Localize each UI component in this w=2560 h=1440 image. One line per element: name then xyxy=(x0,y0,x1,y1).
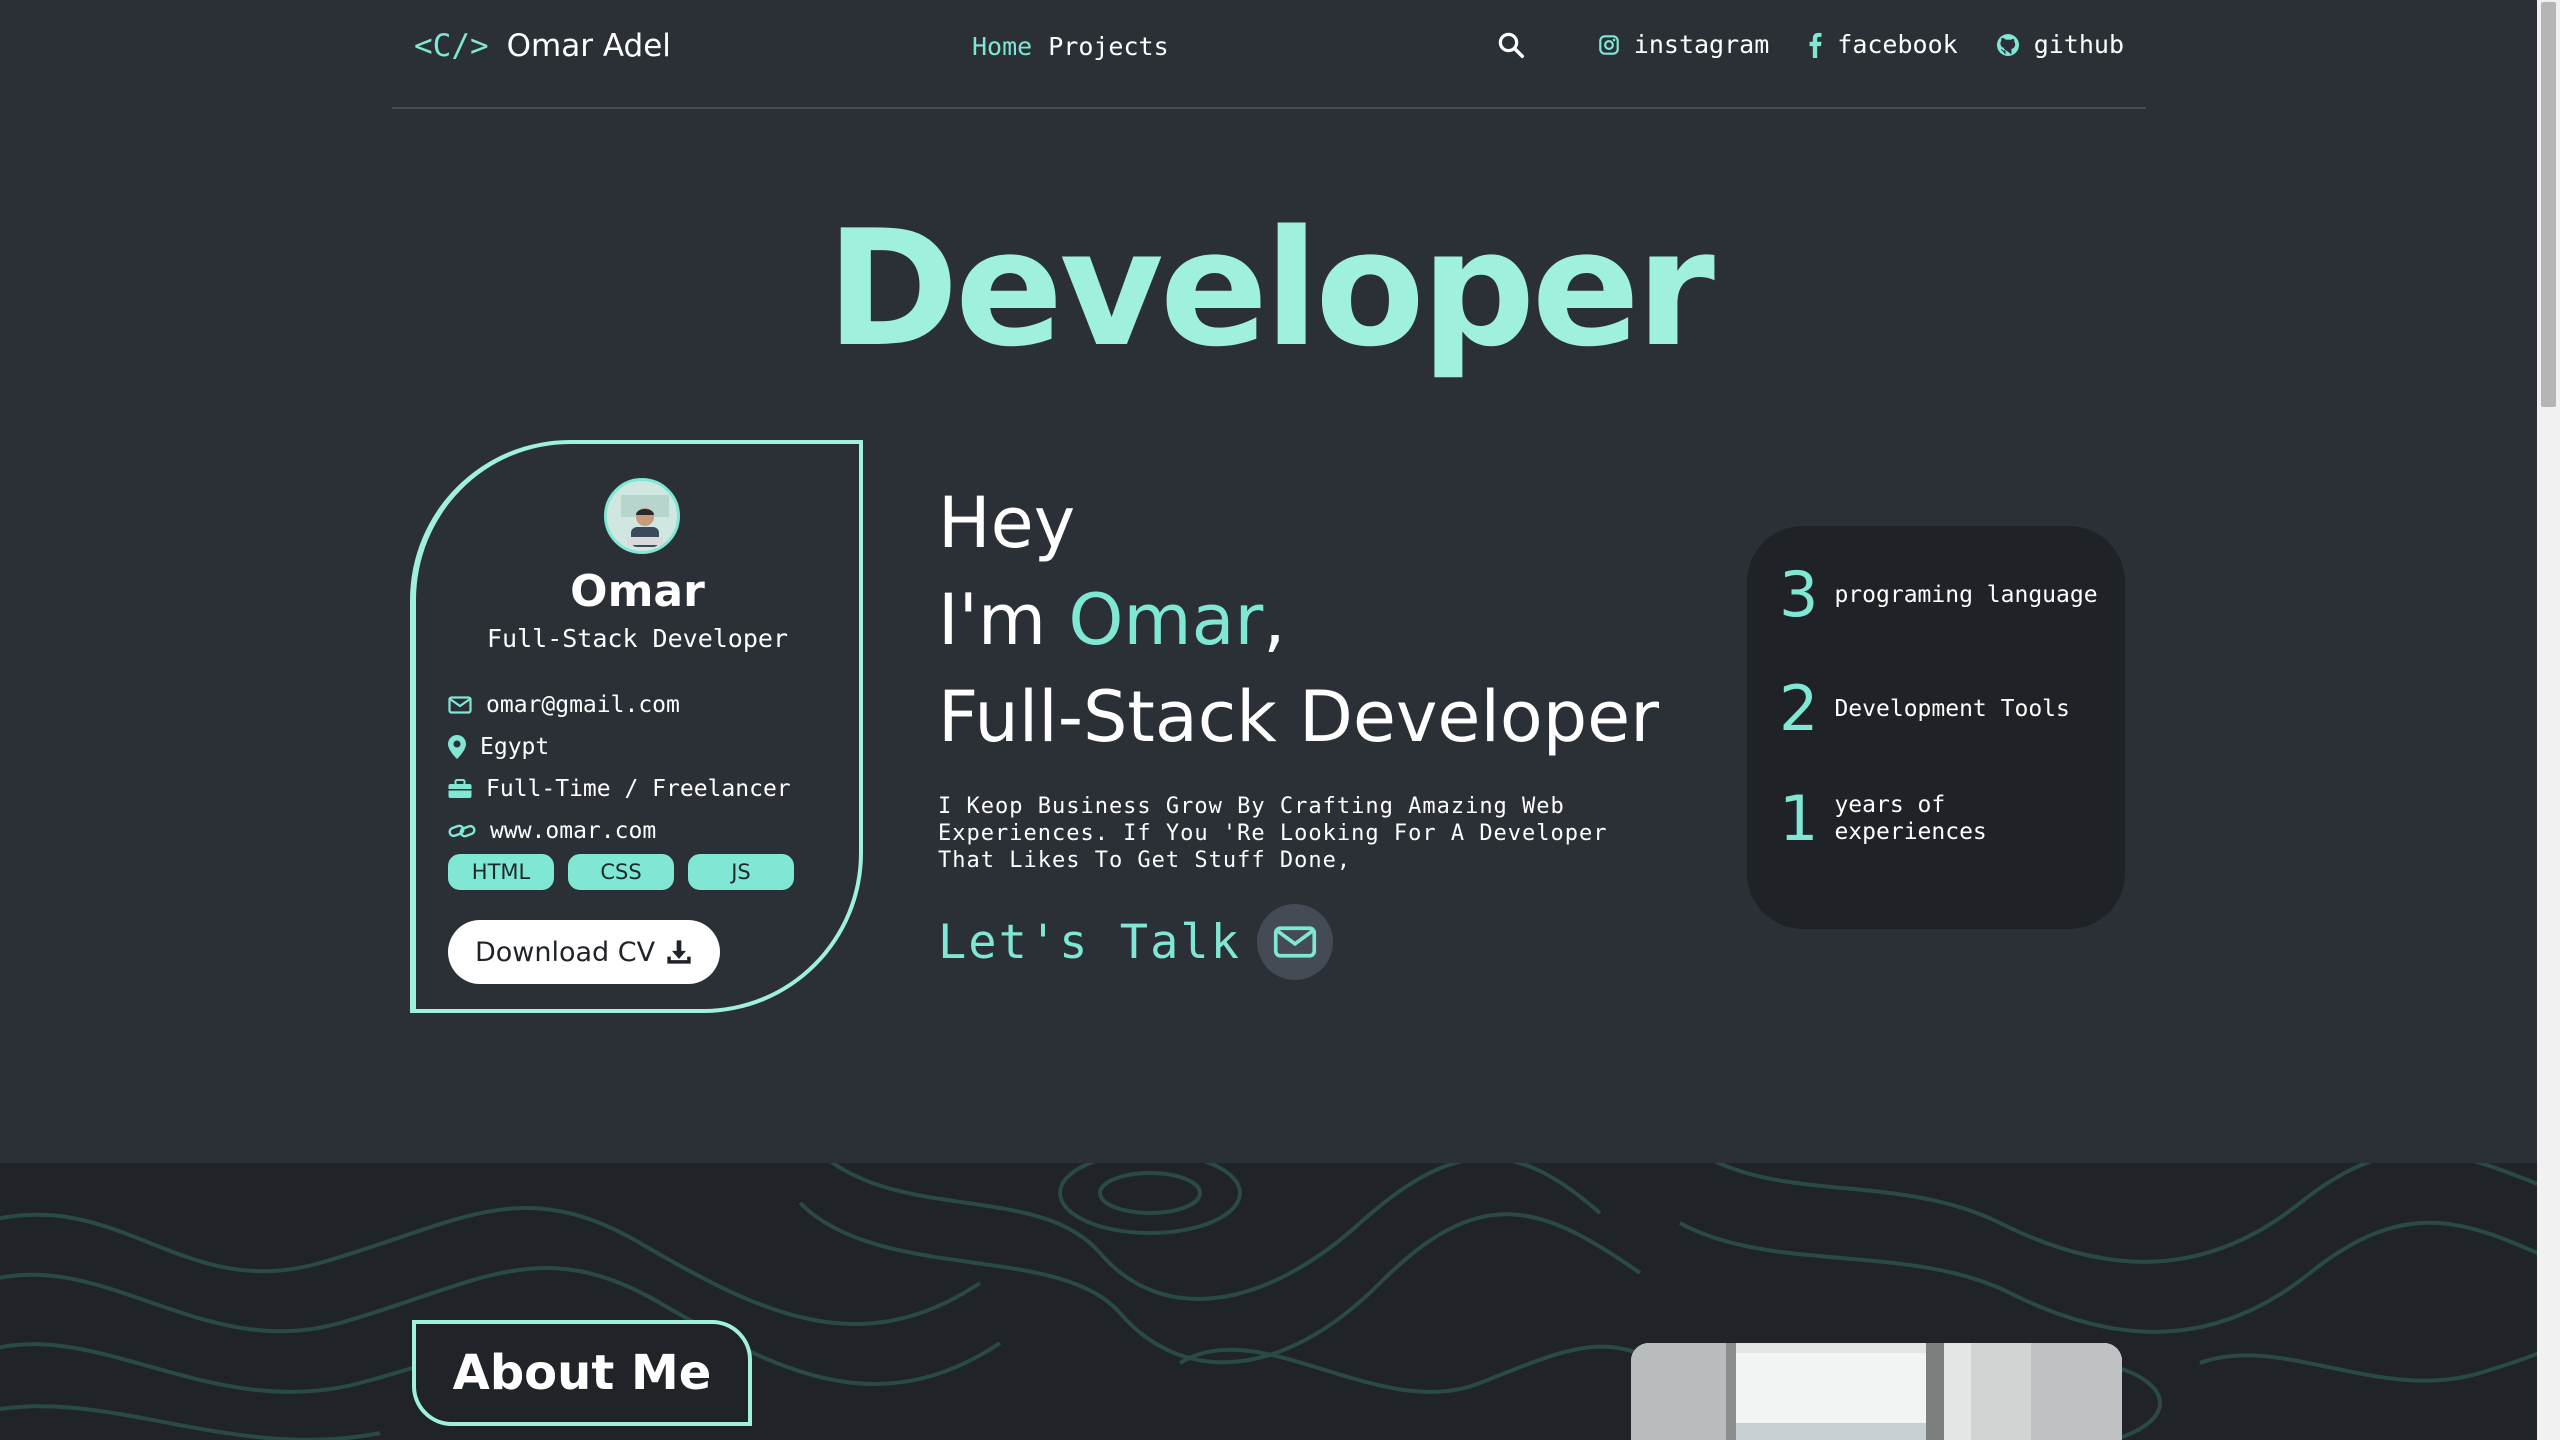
email-row: omar@gmail.com xyxy=(448,684,791,726)
tag-css: CSS xyxy=(568,854,674,890)
website-row: www.omar.com xyxy=(448,810,791,852)
download-icon xyxy=(667,940,691,964)
search-icon[interactable] xyxy=(1496,30,1528,62)
stat-tools: 2 Development Tools xyxy=(1779,678,2070,740)
lets-talk[interactable]: Let's Talk xyxy=(938,904,1333,980)
mail-button[interactable] xyxy=(1256,904,1333,980)
instagram-link[interactable]: instagram xyxy=(1598,30,1769,59)
stat-label: Development Tools xyxy=(1834,695,2070,722)
instagram-label: instagram xyxy=(1633,30,1770,59)
stat-label: years of experiences xyxy=(1834,792,1987,845)
briefcase-icon xyxy=(448,779,472,798)
skill-tags: HTML CSS JS xyxy=(448,854,794,890)
stat-label: programing language xyxy=(1834,581,2098,608)
card-name: Omar xyxy=(570,566,705,617)
logo-code: <C/> xyxy=(414,28,489,64)
facebook-icon xyxy=(1809,32,1822,58)
hero-greeting-line1: Hey xyxy=(938,482,1076,564)
download-cv-button[interactable]: Download CV xyxy=(448,920,720,984)
link-icon xyxy=(448,824,476,838)
availability-row: Full-Time / Freelancer xyxy=(448,768,791,810)
about-title: About Me xyxy=(412,1320,752,1426)
stat-languages: 3 programing language xyxy=(1779,564,2098,626)
envelope-icon xyxy=(448,696,472,714)
hero-greeting-line3: Full-Stack Developer xyxy=(938,676,1660,758)
logo[interactable]: <C/> Omar Adel xyxy=(414,28,671,64)
hero-description: I Keop Business Grow By Crafting Amazing… xyxy=(938,794,1608,873)
nav-link-projects[interactable]: Projects xyxy=(1048,32,1168,61)
nav-link-home[interactable]: Home xyxy=(972,32,1032,61)
avatar xyxy=(604,478,680,554)
card-info: omar@gmail.com Egypt Full-Time / Freelan… xyxy=(448,684,791,852)
hero-greeting-line2: I'm Omar, xyxy=(938,572,1659,669)
about-section: About Me xyxy=(0,1163,2537,1440)
social-links: instagram facebook github xyxy=(1598,30,2124,59)
github-label: github xyxy=(2033,30,2124,59)
hero-heading: Hey I'm Omar, Full-Stack Developer xyxy=(938,475,1659,766)
card-role: Full-Stack Developer xyxy=(486,624,789,653)
stat-number: 3 xyxy=(1779,558,1819,631)
lets-talk-label: Let's Talk xyxy=(938,914,1241,970)
stat-experience: 1 years of experiences xyxy=(1779,788,1987,850)
location-text: Egypt xyxy=(480,734,550,760)
profile-card: Omar Full-Stack Developer omar@gmail.com… xyxy=(410,440,863,1013)
about-image xyxy=(1631,1343,2122,1440)
page: <C/> Omar Adel Home Projects instagram f… xyxy=(0,0,2537,1440)
tag-html: HTML xyxy=(448,854,554,890)
location-pin-icon xyxy=(448,735,466,759)
hero-suffix: , xyxy=(1263,579,1286,661)
facebook-label: facebook xyxy=(1837,30,1958,59)
top-nav: <C/> Omar Adel Home Projects instagram f… xyxy=(392,0,2146,109)
website-text[interactable]: www.omar.com xyxy=(490,818,656,844)
hero-prefix: I'm xyxy=(938,579,1069,661)
tag-js: JS xyxy=(688,854,794,890)
facebook-link[interactable]: facebook xyxy=(1807,30,1958,59)
download-cv-label: Download CV xyxy=(474,936,656,968)
topographic-background xyxy=(0,1163,2537,1440)
location-row: Egypt xyxy=(448,726,791,768)
github-icon xyxy=(1996,33,2019,56)
instagram-icon xyxy=(1598,34,1619,55)
scrollbar-thumb[interactable] xyxy=(2541,2,2556,407)
email-text[interactable]: omar@gmail.com xyxy=(486,692,680,718)
availability-text: Full-Time / Freelancer xyxy=(486,776,791,802)
nav-links: Home Projects xyxy=(972,32,1169,61)
stats-panel: 3 programing language 2 Development Tool… xyxy=(1747,526,2125,929)
hero-name: Omar xyxy=(1068,579,1264,661)
stat-number: 1 xyxy=(1779,782,1819,855)
hero-big-title: Developer xyxy=(826,195,1715,382)
github-link[interactable]: github xyxy=(1996,30,2124,59)
vertical-scrollbar[interactable] xyxy=(2537,0,2560,1440)
stat-number: 2 xyxy=(1779,672,1819,745)
logo-name: Omar Adel xyxy=(506,28,671,64)
envelope-icon xyxy=(1273,926,1317,958)
